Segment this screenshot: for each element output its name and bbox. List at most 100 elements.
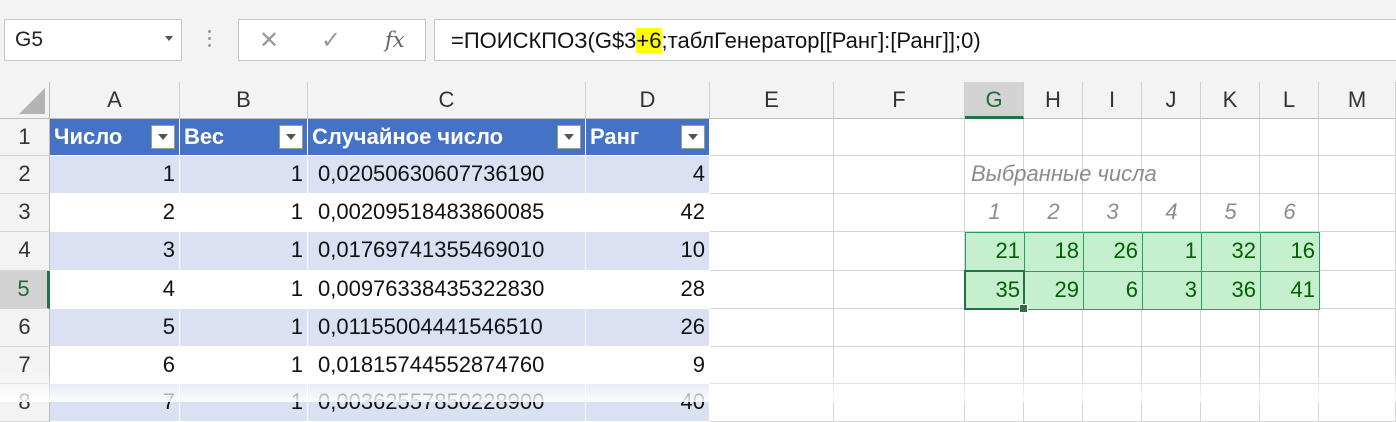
grid-cell[interactable] [1201, 347, 1260, 384]
grid-cell[interactable] [710, 232, 834, 271]
column-header-c[interactable]: C [308, 82, 586, 119]
insert-function-icon[interactable]: fx [385, 28, 405, 52]
picked-number-cell[interactable]: 41 [1260, 271, 1320, 310]
table-cell[interactable]: 9 [586, 347, 710, 384]
table-cell[interactable]: 2 [50, 194, 180, 232]
grid-cell[interactable] [1024, 309, 1083, 347]
picked-number-cell[interactable]: 35 [965, 271, 1025, 310]
column-header-g[interactable]: G [965, 82, 1024, 119]
grid-cell[interactable] [834, 347, 965, 384]
grid-cell[interactable] [710, 309, 834, 347]
table-cell[interactable]: 26 [586, 309, 710, 347]
filter-dropdown-icon[interactable] [557, 125, 581, 149]
grid-cell[interactable] [710, 156, 834, 194]
grid-cell[interactable] [710, 119, 834, 156]
table-cell[interactable]: 0,01815744552874760 [308, 347, 586, 384]
row-header-2[interactable]: 2 [0, 156, 50, 194]
picked-number-cell[interactable]: 26 [1083, 232, 1143, 272]
table-cell[interactable]: 1 [50, 156, 180, 194]
grid-cell[interactable] [1260, 384, 1319, 422]
table-cell[interactable]: 0,01155004441546510 [308, 309, 586, 347]
enter-icon[interactable]: ✓ [321, 26, 341, 55]
grid-cell[interactable] [1142, 347, 1201, 384]
table-cell[interactable]: 1 [180, 309, 308, 347]
grid-cell[interactable] [1319, 156, 1396, 194]
grid-cell[interactable] [1319, 271, 1396, 309]
table-cell[interactable]: 1 [180, 384, 308, 422]
grid-cell[interactable] [710, 347, 834, 384]
table-cell[interactable]: 1 [180, 232, 308, 271]
name-box[interactable]: G5 [4, 19, 182, 61]
fill-handle[interactable] [1019, 304, 1028, 313]
grid-cell[interactable] [710, 384, 834, 422]
grid-cell[interactable] [834, 156, 965, 194]
grid-cell[interactable] [1024, 384, 1083, 422]
grid-cell[interactable] [710, 194, 834, 232]
column-header-m[interactable]: M [1319, 82, 1396, 119]
grid-cell[interactable] [1319, 347, 1396, 384]
row-header-4[interactable]: 4 [0, 232, 50, 271]
picked-number-cell[interactable]: 18 [1024, 232, 1084, 272]
table-cell[interactable]: 1 [180, 271, 308, 309]
grid-cell[interactable] [1083, 347, 1142, 384]
column-header-i[interactable]: I [1083, 82, 1142, 119]
picked-number-cell[interactable]: 29 [1024, 271, 1084, 310]
row-header-5[interactable]: 5 [0, 271, 50, 309]
grid-cell[interactable] [1142, 119, 1201, 156]
table-cell[interactable]: 5 [50, 309, 180, 347]
picked-number-cell[interactable]: 21 [965, 232, 1025, 272]
grid-cell[interactable] [1319, 119, 1396, 156]
table-cell[interactable]: 7 [50, 384, 180, 422]
column-header-a[interactable]: A [50, 82, 180, 119]
grid-cell[interactable] [1142, 384, 1201, 422]
column-header-e[interactable]: E [710, 82, 834, 119]
table-cell[interactable]: 4 [586, 156, 710, 194]
grid-cell[interactable] [1142, 309, 1201, 347]
table-cell[interactable]: 28 [586, 271, 710, 309]
grid-cell[interactable] [710, 271, 834, 309]
table-cell[interactable]: 3 [50, 232, 180, 271]
grid-cell[interactable] [834, 384, 965, 422]
row-header-6[interactable]: 6 [0, 309, 50, 347]
grid-cell[interactable] [1083, 119, 1142, 156]
cancel-icon[interactable]: ✕ [259, 26, 279, 55]
grid-cell[interactable] [1319, 194, 1396, 232]
grid-cell[interactable] [1260, 119, 1319, 156]
chevron-down-icon[interactable] [165, 36, 173, 41]
row-header-3[interactable]: 3 [0, 194, 50, 232]
grid-cell[interactable] [1319, 309, 1396, 347]
filter-dropdown-icon[interactable] [681, 125, 705, 149]
drag-handle-icon[interactable] [206, 26, 212, 56]
table-cell[interactable]: 0,00976338435322830 [308, 271, 586, 309]
row-header-1[interactable]: 1 [0, 119, 50, 156]
table-cell[interactable]: 42 [586, 194, 710, 232]
grid-cell[interactable] [1260, 347, 1319, 384]
grid-cell[interactable] [965, 384, 1024, 422]
column-header-f[interactable]: F [834, 82, 965, 119]
grid-cell[interactable] [834, 119, 965, 156]
picked-number-cell[interactable]: 32 [1201, 232, 1261, 272]
column-header-j[interactable]: J [1142, 82, 1201, 119]
grid-cell[interactable] [834, 271, 965, 309]
grid-cell[interactable] [1201, 384, 1260, 422]
picked-number-cell[interactable]: 36 [1201, 271, 1261, 310]
table-cell[interactable]: 4 [50, 271, 180, 309]
column-header-b[interactable]: B [180, 82, 308, 119]
column-header-l[interactable]: L [1260, 82, 1319, 119]
table-cell[interactable]: 0,01769741355469010 [308, 232, 586, 271]
picked-number-cell[interactable]: 16 [1260, 232, 1320, 272]
picked-number-cell[interactable]: 1 [1142, 232, 1202, 272]
grid-cell[interactable] [1319, 232, 1396, 271]
filter-dropdown-icon[interactable] [279, 125, 303, 149]
table-cell[interactable]: 40 [586, 384, 710, 422]
filter-dropdown-icon[interactable] [151, 125, 175, 149]
table-cell[interactable]: 10 [586, 232, 710, 271]
column-header-h[interactable]: H [1024, 82, 1083, 119]
grid-cell[interactable] [965, 119, 1024, 156]
table-cell[interactable]: 6 [50, 347, 180, 384]
table-cell[interactable]: 1 [180, 156, 308, 194]
formula-input[interactable]: =ПОИСКПОЗ(G$3+6;таблГенератор[[Ранг]:[Ра… [434, 19, 1396, 61]
grid-cell[interactable] [965, 347, 1024, 384]
grid-cell[interactable] [1024, 347, 1083, 384]
column-header-d[interactable]: D [586, 82, 710, 119]
